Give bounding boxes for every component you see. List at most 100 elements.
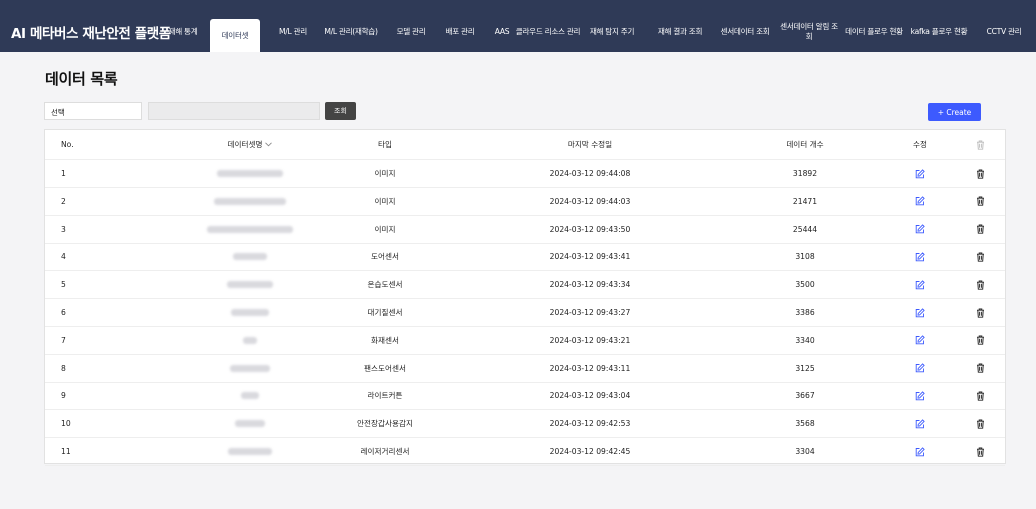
nav-item-12[interactable]: 센서데이터 알림 조회: [778, 15, 840, 48]
trash-icon[interactable]: [968, 355, 992, 382]
trash-icon[interactable]: [968, 216, 992, 243]
table-row[interactable]: 10 안전장갑사용감지 2024-03-12 09:42:53 3568: [45, 410, 1005, 439]
trash-icon[interactable]: [968, 410, 992, 437]
row-type: 온습도센서: [367, 280, 403, 290]
row-type: 라이트커튼: [367, 391, 403, 401]
edit-icon[interactable]: [908, 299, 932, 326]
top-navbar: AI 메타버스 재난안전 플랫폼 재해 통계 데이터셋 M/L 관리 M/L 관리(재…: [0, 0, 1036, 52]
row-count: 25444: [792, 224, 818, 234]
nav-item-1[interactable]: 재해 통계: [158, 15, 208, 48]
row-modified: 2024-03-12 09:43:04: [549, 391, 631, 401]
edit-icon[interactable]: [908, 160, 932, 187]
table-row[interactable]: 4 도어센서 2024-03-12 09:43:41 3108: [45, 243, 1005, 272]
search-button[interactable]: 조회: [325, 102, 356, 120]
row-no: 2: [61, 196, 66, 206]
table-row[interactable]: 2 이미지 2024-03-12 09:44:03 21471: [45, 188, 1005, 216]
create-button[interactable]: + Create: [928, 103, 981, 121]
edit-icon[interactable]: [908, 382, 932, 409]
nav-item-2[interactable]: 데이터셋: [210, 19, 260, 52]
header-edit: 수정: [913, 140, 927, 149]
row-count: 3568: [795, 419, 815, 429]
table-row[interactable]: 11 레이저거리센서 2024-03-12 09:42:45 3304: [45, 438, 1005, 466]
header-no: No.: [61, 140, 74, 149]
redacted-name: [231, 309, 269, 316]
header-type: 타입: [378, 140, 392, 149]
category-select[interactable]: 선택: [44, 102, 142, 120]
nav-item-5[interactable]: 모델 관리: [392, 15, 430, 48]
table-row[interactable]: 5 온습도센서 2024-03-12 09:43:34 3500: [45, 271, 1005, 300]
header-trash-icon[interactable]: [968, 130, 992, 159]
row-count: 3500: [795, 280, 815, 290]
row-no: 11: [61, 447, 71, 456]
nav-item-3[interactable]: M/L 관리: [270, 15, 316, 48]
trash-icon[interactable]: [968, 382, 992, 409]
trash-icon[interactable]: [968, 243, 992, 270]
edit-icon[interactable]: [908, 355, 932, 382]
trash-icon[interactable]: [968, 327, 992, 354]
row-type: 레이저거리센서: [360, 447, 410, 456]
table-row[interactable]: 1 이미지 2024-03-12 09:44:08 31892: [45, 160, 1005, 188]
row-modified: 2024-03-12 09:43:11: [549, 363, 631, 373]
row-count: 21471: [792, 196, 818, 206]
nav-item-13[interactable]: 데이터 플로우 현황: [840, 15, 908, 48]
row-modified: 2024-03-12 09:42:53: [549, 419, 631, 429]
row-modified: 2024-03-12 09:44:03: [549, 196, 631, 206]
row-count: 3304: [795, 447, 815, 456]
row-type: 이미지: [374, 196, 396, 206]
trash-icon[interactable]: [968, 188, 992, 215]
page-title: 데이터 목록: [45, 70, 118, 88]
table-row[interactable]: 8 팬스도어센서 2024-03-12 09:43:11 3125: [45, 355, 1005, 383]
table-row[interactable]: 6 대기질센서 2024-03-12 09:43:27 3386: [45, 299, 1005, 327]
edit-icon[interactable]: [908, 271, 932, 298]
redacted-name: [235, 420, 265, 428]
row-modified: 2024-03-12 09:43:34: [549, 280, 631, 290]
edit-icon[interactable]: [908, 243, 932, 270]
row-no: 8: [61, 363, 66, 373]
chevron-down-icon: [265, 140, 273, 149]
row-count: 3340: [795, 335, 815, 345]
row-type: 이미지: [374, 224, 396, 234]
search-input[interactable]: [148, 102, 320, 120]
row-type: 안전장갑사용감지: [357, 419, 413, 429]
app-title: AI 메타버스 재난안전 플랫폼: [11, 26, 171, 42]
row-count: 3386: [795, 308, 815, 317]
row-modified: 2024-03-12 09:43:41: [549, 252, 631, 262]
edit-icon[interactable]: [908, 188, 932, 215]
row-no: 3: [61, 224, 66, 234]
row-no: 10: [61, 419, 71, 429]
nav-item-9[interactable]: 재해 탐지 주기: [584, 15, 640, 48]
nav-item-15[interactable]: CCTV 관리: [976, 15, 1032, 48]
row-no: 7: [61, 335, 66, 345]
nav-item-11[interactable]: 센서데이터 조회: [712, 15, 778, 48]
table-row[interactable]: 9 라이트커튼 2024-03-12 09:43:04 3667: [45, 382, 1005, 411]
row-modified: 2024-03-12 09:43:27: [549, 308, 631, 317]
trash-icon[interactable]: [968, 438, 992, 465]
nav-item-8[interactable]: 클라우드 리소스 관리: [514, 15, 582, 48]
nav-item-7[interactable]: AAS: [488, 15, 516, 48]
edit-icon[interactable]: [908, 216, 932, 243]
redacted-name: [228, 448, 272, 455]
row-count: 31892: [792, 169, 818, 178]
nav-item-6[interactable]: 배포 관리: [438, 15, 482, 48]
edit-icon[interactable]: [908, 438, 932, 465]
table-header: No. 데이터셋명 타입 마지막 수정일 데이터 개수 수정: [45, 130, 1005, 160]
row-count: 3125: [795, 363, 815, 373]
row-type: 화재센서: [371, 335, 399, 345]
row-modified: 2024-03-12 09:43:21: [549, 335, 631, 345]
table-row[interactable]: 7 화재센서 2024-03-12 09:43:21 3340: [45, 327, 1005, 355]
redacted-name: [217, 170, 283, 177]
nav-item-10[interactable]: 재해 결과 조회: [648, 15, 712, 48]
row-count: 3667: [795, 391, 815, 401]
nav-item-4[interactable]: M/L 관리(재학습): [320, 15, 382, 48]
trash-icon[interactable]: [968, 271, 992, 298]
nav-item-14[interactable]: kafka 플로우 현황: [906, 15, 972, 48]
trash-icon[interactable]: [968, 160, 992, 187]
edit-icon[interactable]: [908, 410, 932, 437]
table-row[interactable]: 3 이미지 2024-03-12 09:43:50 25444: [45, 216, 1005, 244]
row-count: 3108: [795, 252, 815, 262]
trash-icon[interactable]: [968, 299, 992, 326]
header-modified: 마지막 수정일: [567, 140, 613, 149]
row-modified: 2024-03-12 09:42:45: [549, 447, 631, 456]
row-modified: 2024-03-12 09:44:08: [549, 169, 631, 178]
edit-icon[interactable]: [908, 327, 932, 354]
